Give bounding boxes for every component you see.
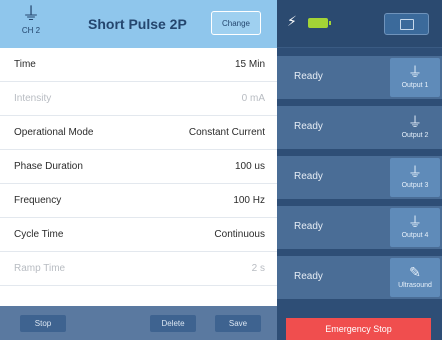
output-status: Ready xyxy=(294,271,323,282)
output-1-button[interactable]: ⏚ Output 1 xyxy=(390,58,440,97)
program-panel: ⏚ CH 2 Short Pulse 2P Change Time 15 Min… xyxy=(0,0,277,340)
delete-button[interactable]: Delete xyxy=(150,315,196,332)
param-label: Phase Duration xyxy=(14,161,83,172)
param-row-ramp-time: Ramp Time 2 s xyxy=(0,252,277,286)
channel-label: CH 2 xyxy=(21,26,41,35)
change-button[interactable]: Change xyxy=(211,11,261,35)
param-value: 0 mA xyxy=(241,93,265,104)
output-label: Output 4 xyxy=(401,232,429,239)
output-list: Ready ⏚ Output 1 Ready ⏚ Output 2 Ready … xyxy=(277,56,442,306)
param-value: Continuous xyxy=(214,229,265,240)
program-footer: Stop Delete Save xyxy=(0,306,277,340)
output-2-button[interactable]: ⏚ Output 2 xyxy=(390,108,440,147)
output-row-3: Ready ⏚ Output 3 xyxy=(277,156,442,199)
output-row-ultrasound: Ready ✎ Ultrasound xyxy=(277,256,442,299)
app-window: ⏚ CH 2 Short Pulse 2P Change Time 15 Min… xyxy=(0,0,442,340)
param-row-operational-mode[interactable]: Operational Mode Constant Current xyxy=(0,116,277,150)
param-value: Constant Current xyxy=(188,127,265,138)
param-row-cycle-time[interactable]: Cycle Time Continuous xyxy=(0,218,277,252)
param-value: 100 Hz xyxy=(233,195,265,206)
output-3-button[interactable]: ⏚ Output 3 xyxy=(390,158,440,197)
plug-icon: ⏚ xyxy=(408,115,422,131)
plug-icon: ⏚ xyxy=(408,215,422,231)
output-status: Ready xyxy=(294,121,323,132)
ultrasound-probe-icon: ✎ xyxy=(409,265,421,281)
param-label: Operational Mode xyxy=(14,127,94,138)
output-row-1: Ready ⏚ Output 1 xyxy=(277,56,442,99)
stop-button[interactable]: Stop xyxy=(20,315,66,332)
save-button[interactable]: Save xyxy=(215,315,261,332)
output-panel: ⚡ Ready ⏚ Output 1 Ready ⏚ Output 2 Read xyxy=(277,0,442,340)
param-label: Intensity xyxy=(14,93,52,104)
param-row-time[interactable]: Time 15 Min xyxy=(0,48,277,82)
emergency-stop-button[interactable]: Emergency Stop xyxy=(286,318,431,340)
plug-icon: ⏚ xyxy=(408,165,422,181)
folder-icon xyxy=(399,18,414,30)
param-label: Time xyxy=(14,59,36,70)
output-row-4: Ready ⏚ Output 4 xyxy=(277,206,442,249)
output-4-button[interactable]: ⏚ Output 4 xyxy=(390,208,440,247)
ultrasound-button[interactable]: ✎ Ultrasound xyxy=(390,258,440,297)
program-header: ⏚ CH 2 Short Pulse 2P Change xyxy=(0,0,277,48)
output-row-2: Ready ⏚ Output 2 xyxy=(277,106,442,149)
param-value: 100 us xyxy=(234,161,265,172)
param-label: Ramp Time xyxy=(14,263,66,274)
param-value: 2 s xyxy=(251,263,265,274)
param-row-intensity: Intensity 0 mA xyxy=(0,82,277,116)
status-bar: ⚡ xyxy=(277,0,442,48)
plug-icon: ⏚ xyxy=(22,4,40,25)
param-value: 15 Min xyxy=(234,59,265,70)
power-plug-icon: ⚡ xyxy=(287,14,297,30)
param-label: Cycle Time xyxy=(14,229,64,240)
plug-icon: ⏚ xyxy=(408,65,422,81)
param-row-phase-duration[interactable]: Phase Duration 100 us xyxy=(0,150,277,184)
output-status: Ready xyxy=(294,221,323,232)
folder-button[interactable] xyxy=(384,13,429,35)
channel-indicator[interactable]: ⏚ CH 2 xyxy=(14,4,48,36)
program-title: Short Pulse 2P xyxy=(88,16,187,32)
output-status: Ready xyxy=(294,71,323,82)
output-status: Ready xyxy=(294,171,323,182)
param-row-frequency[interactable]: Frequency 100 Hz xyxy=(0,184,277,218)
parameter-list: Time 15 Min Intensity 0 mA Operational M… xyxy=(0,48,277,286)
param-label: Frequency xyxy=(14,195,62,206)
output-label: Output 1 xyxy=(401,82,429,89)
output-label: Output 3 xyxy=(401,182,429,189)
battery-icon xyxy=(308,18,331,28)
output-label: Output 2 xyxy=(401,132,429,139)
output-label: Ultrasound xyxy=(398,282,432,289)
